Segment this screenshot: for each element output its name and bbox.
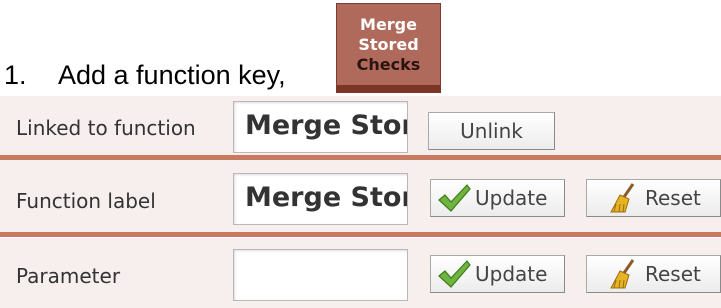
reset-label: Reset bbox=[645, 186, 701, 210]
parameter-label: Parameter bbox=[16, 264, 121, 288]
function-key-line-3: Checks bbox=[356, 55, 421, 74]
parameter-update-button[interactable]: Update bbox=[430, 255, 565, 293]
function-key-line-1: Merge bbox=[360, 15, 417, 34]
function-label-label: Function label bbox=[16, 189, 156, 213]
function-key-bar bbox=[336, 85, 441, 93]
parameter-row: Parameter Update Reset bbox=[0, 238, 721, 308]
function-label-input[interactable]: Merge Stored Checks bbox=[233, 173, 408, 225]
broom-icon bbox=[607, 258, 641, 290]
function-label-row: Function label Merge Stored Checks Updat… bbox=[0, 160, 721, 237]
unlink-button[interactable]: Unlink bbox=[428, 112, 555, 150]
checkmark-icon bbox=[437, 182, 471, 214]
linked-to-function-label: Linked to function bbox=[16, 116, 196, 140]
parameter-reset-button[interactable]: Reset bbox=[586, 255, 721, 293]
broom-icon bbox=[607, 182, 641, 214]
update-label: Update bbox=[475, 262, 548, 286]
checkmark-icon bbox=[437, 258, 471, 290]
step-number: 1. bbox=[4, 60, 27, 90]
parameter-input[interactable] bbox=[233, 249, 408, 301]
unlink-label: Unlink bbox=[460, 119, 523, 143]
step-text: Add a function key, bbox=[58, 60, 286, 90]
merge-stored-checks-function-key[interactable]: Merge Stored Checks bbox=[336, 3, 441, 87]
function-label-update-button[interactable]: Update bbox=[430, 179, 565, 217]
function-label-reset-button[interactable]: Reset bbox=[586, 179, 721, 217]
function-key-line-2: Stored bbox=[358, 35, 419, 54]
reset-label: Reset bbox=[645, 262, 701, 286]
linked-function-field[interactable]: Merge Stored Checks bbox=[233, 101, 408, 153]
instruction-text: 1. Add a function key, bbox=[4, 60, 286, 91]
linked-to-function-row: Linked to function Merge Stored Checks U… bbox=[0, 96, 721, 160]
update-label: Update bbox=[475, 186, 548, 210]
